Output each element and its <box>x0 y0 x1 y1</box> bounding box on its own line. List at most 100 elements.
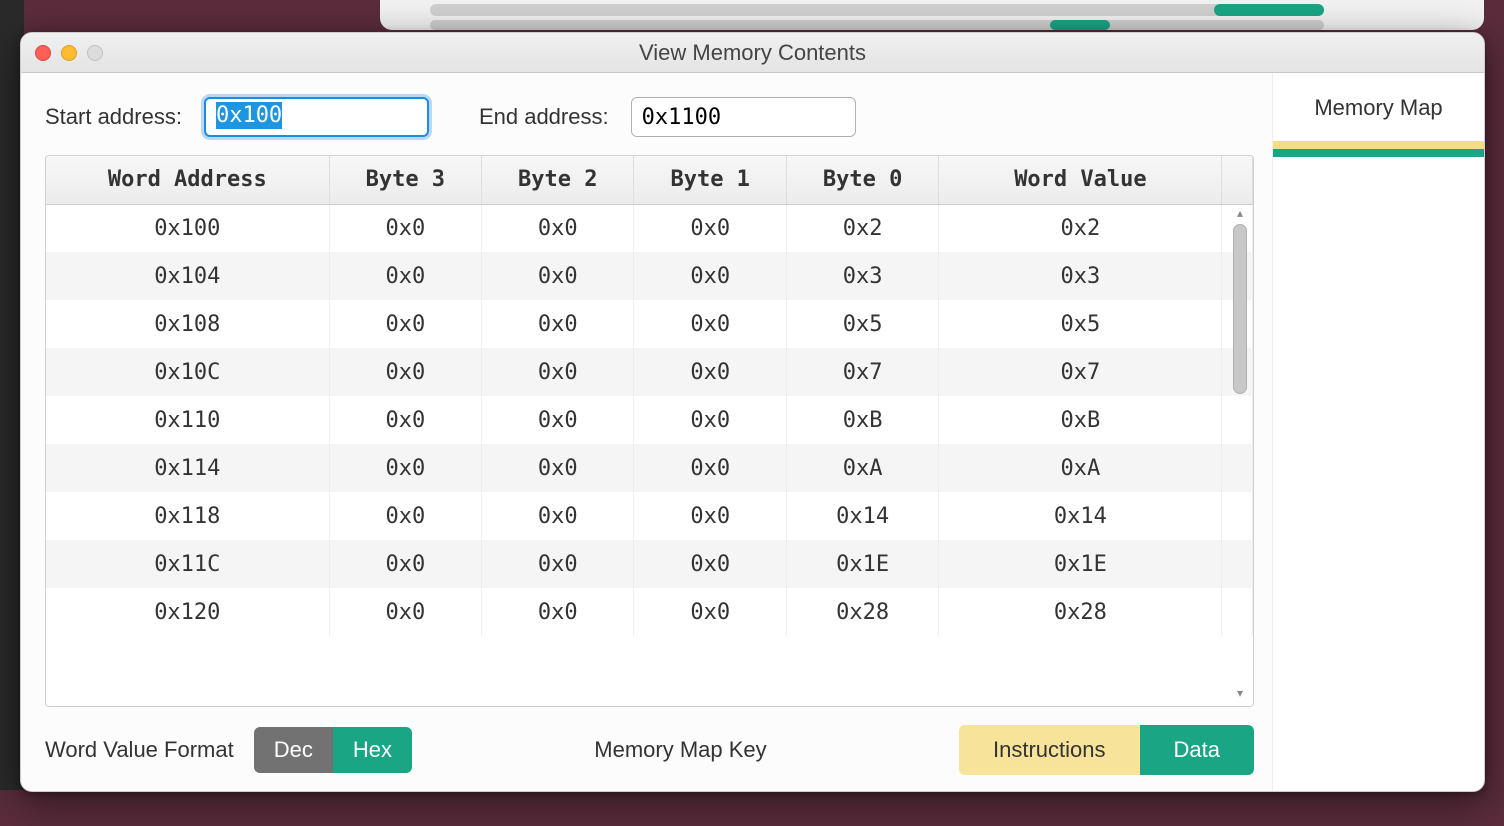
memory-map-key-label: Memory Map Key <box>594 737 766 763</box>
table-row[interactable]: 0x10C0x00x00x00x70x7 <box>46 348 1253 396</box>
cell-addr: 0x11C <box>46 540 329 588</box>
cell-b2: 0x0 <box>482 396 634 444</box>
window-title: View Memory Contents <box>639 40 866 66</box>
background-teal-bar-2 <box>1050 20 1110 30</box>
col-byte-1[interactable]: Byte 1 <box>634 156 786 204</box>
cell-b0: 0x1E <box>786 540 938 588</box>
table-row[interactable]: 0x1140x00x00x00xA0xA <box>46 444 1253 492</box>
footer-controls: Word Value Format Dec Hex Memory Map Key… <box>45 707 1254 775</box>
cell-b0: 0x2 <box>786 204 938 252</box>
memory-map-pane: Memory Map <box>1272 73 1484 791</box>
cell-b3: 0x0 <box>329 300 481 348</box>
start-address-input[interactable]: 0x100 <box>204 97 429 137</box>
col-byte-0[interactable]: Byte 0 <box>786 156 938 204</box>
cell-b1: 0x0 <box>634 252 786 300</box>
cell-addr: 0x110 <box>46 396 329 444</box>
start-address-label: Start address: <box>45 104 182 130</box>
format-hex-button[interactable]: Hex <box>333 727 412 773</box>
scroll-down-icon[interactable]: ▾ <box>1233 686 1247 700</box>
cell-b0: 0x7 <box>786 348 938 396</box>
cell-b1: 0x0 <box>634 444 786 492</box>
cell-b2: 0x0 <box>482 444 634 492</box>
table-row[interactable]: 0x1100x00x00x00xB0xB <box>46 396 1253 444</box>
background-bar-2 <box>430 20 1324 30</box>
table-row[interactable]: 0x1180x00x00x00x140x14 <box>46 492 1253 540</box>
cell-addr: 0x120 <box>46 588 329 636</box>
table-row[interactable]: 0x1200x00x00x00x280x28 <box>46 588 1253 636</box>
format-dec-button[interactable]: Dec <box>254 727 333 773</box>
cell-b1: 0x0 <box>634 396 786 444</box>
cell-b3: 0x0 <box>329 588 481 636</box>
col-spare <box>1222 156 1253 204</box>
table-row[interactable]: 0x11C0x00x00x00x1E0x1E <box>46 540 1253 588</box>
cell-addr: 0x104 <box>46 252 329 300</box>
cell-b1: 0x0 <box>634 540 786 588</box>
memory-map-stripe-instructions <box>1273 141 1484 149</box>
cell-wv: 0x1E <box>939 540 1222 588</box>
memory-table-container: Word Address Byte 3 Byte 2 Byte 1 Byte 0… <box>45 155 1254 707</box>
cell-b0: 0x28 <box>786 588 938 636</box>
cell-b1: 0x0 <box>634 588 786 636</box>
col-byte-3[interactable]: Byte 3 <box>329 156 481 204</box>
cell-b0: 0x5 <box>786 300 938 348</box>
cell-b2: 0x0 <box>482 588 634 636</box>
cell-b0: 0x14 <box>786 492 938 540</box>
window-controls <box>35 45 103 61</box>
cell-wv: 0x3 <box>939 252 1222 300</box>
cell-addr: 0x118 <box>46 492 329 540</box>
cell-b1: 0x0 <box>634 348 786 396</box>
table-row[interactable]: 0x1000x00x00x00x20x2 <box>46 204 1253 252</box>
cell-wv: 0x7 <box>939 348 1222 396</box>
memory-map-legend: Instructions Data <box>959 725 1254 775</box>
cell-b1: 0x0 <box>634 204 786 252</box>
scroll-up-icon[interactable]: ▴ <box>1233 206 1247 220</box>
main-pane: Start address: 0x100 End address: Word A… <box>21 73 1272 791</box>
background-teal-bar <box>1214 4 1324 16</box>
col-word-value[interactable]: Word Value <box>939 156 1222 204</box>
col-word-address[interactable]: Word Address <box>46 156 329 204</box>
table-row[interactable]: 0x1080x00x00x00x50x5 <box>46 300 1253 348</box>
cell-addr: 0x100 <box>46 204 329 252</box>
cell-wv: 0x14 <box>939 492 1222 540</box>
cell-wv: 0xB <box>939 396 1222 444</box>
table-row[interactable]: 0x1040x00x00x00x30x3 <box>46 252 1253 300</box>
titlebar: View Memory Contents <box>21 33 1484 73</box>
legend-data: Data <box>1140 725 1254 775</box>
legend-instructions: Instructions <box>959 725 1140 775</box>
cell-b3: 0x0 <box>329 492 481 540</box>
cell-b3: 0x0 <box>329 348 481 396</box>
format-toggle: Dec Hex <box>254 727 412 773</box>
table-scrollbar[interactable]: ▴ ▾ <box>1231 206 1249 700</box>
memory-table: Word Address Byte 3 Byte 2 Byte 1 Byte 0… <box>46 156 1253 636</box>
cell-b1: 0x0 <box>634 492 786 540</box>
memory-viewer-window: View Memory Contents Start address: 0x10… <box>20 32 1485 792</box>
minimize-icon[interactable] <box>61 45 77 61</box>
cell-b0: 0xA <box>786 444 938 492</box>
col-byte-2[interactable]: Byte 2 <box>482 156 634 204</box>
cell-b2: 0x0 <box>482 252 634 300</box>
maximize-icon[interactable] <box>87 45 103 61</box>
cell-b3: 0x0 <box>329 204 481 252</box>
background-bar <box>430 4 1324 16</box>
cell-b2: 0x0 <box>482 348 634 396</box>
cell-b2: 0x0 <box>482 492 634 540</box>
cell-b3: 0x0 <box>329 444 481 492</box>
cell-wv: 0xA <box>939 444 1222 492</box>
cell-b0: 0xB <box>786 396 938 444</box>
cell-b1: 0x0 <box>634 300 786 348</box>
memory-map-heading: Memory Map <box>1273 95 1484 121</box>
cell-addr: 0x114 <box>46 444 329 492</box>
cell-b3: 0x0 <box>329 252 481 300</box>
end-address-label: End address: <box>479 104 609 130</box>
cell-wv: 0x2 <box>939 204 1222 252</box>
scroll-thumb[interactable] <box>1233 224 1247 394</box>
close-icon[interactable] <box>35 45 51 61</box>
cell-b2: 0x0 <box>482 204 634 252</box>
cell-b3: 0x0 <box>329 396 481 444</box>
memory-map-stripe-data <box>1273 149 1484 157</box>
cell-addr: 0x108 <box>46 300 329 348</box>
cell-addr: 0x10C <box>46 348 329 396</box>
cell-b0: 0x3 <box>786 252 938 300</box>
end-address-input[interactable] <box>631 97 856 137</box>
cell-wv: 0x28 <box>939 588 1222 636</box>
